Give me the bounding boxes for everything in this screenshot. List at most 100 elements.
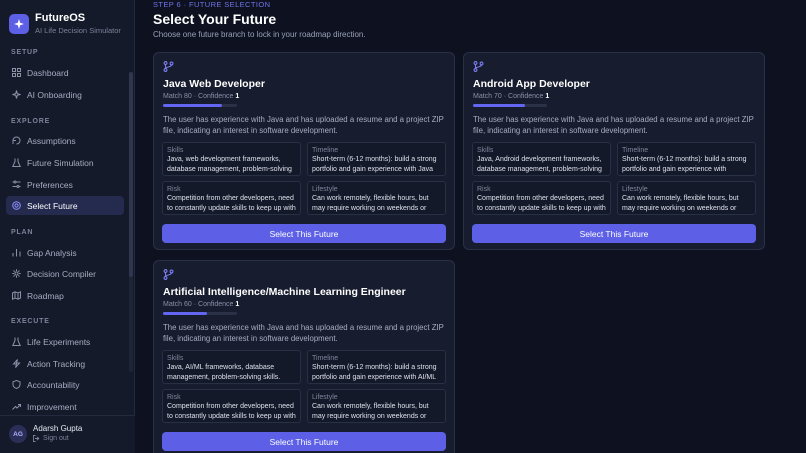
sidebar-item-assumptions[interactable]: Assumptions	[6, 131, 124, 150]
risk-cell: Risk Competition from other developers, …	[162, 181, 301, 215]
sidebar-item-gap-analysis[interactable]: Gap Analysis	[6, 243, 124, 262]
shield-icon	[12, 380, 21, 389]
sliders-icon	[12, 180, 21, 189]
timeline-label: Timeline	[622, 147, 649, 154]
sidebar-item-future-simulation[interactable]: Future Simulation	[6, 153, 124, 172]
match-bar	[163, 312, 237, 315]
section-label-execute: EXECUTE	[11, 318, 50, 325]
risk-label: Risk	[477, 186, 491, 193]
sidebar-item-improvement[interactable]: Improvement	[6, 397, 124, 416]
future-card-java-web-developer: Java Web Developer Match 80 · Confidence…	[153, 52, 455, 250]
chart-icon	[12, 248, 21, 257]
select-future-button[interactable]: Select This Future	[162, 432, 446, 451]
sidebar-item-label: Dashboard	[27, 67, 69, 78]
sidebar-item-life-experiments[interactable]: Life Experiments	[6, 332, 124, 351]
future-title: Artificial Intelligence/Machine Learning…	[163, 286, 406, 298]
lifestyle-text: Can work remotely, flexible hours, but m…	[312, 195, 429, 212]
section-label-explore: EXPLORE	[11, 118, 51, 125]
grid-icon	[12, 68, 21, 77]
skills-label: Skills	[477, 147, 494, 154]
timeline-text: Short-term (6-12 months): build a strong…	[312, 156, 437, 173]
sidebar-scrollbar[interactable]	[129, 72, 133, 372]
app-subtitle: AI Life Decision Simulator	[35, 26, 121, 35]
sidebar-item-dashboard[interactable]: Dashboard	[6, 63, 124, 82]
sidebar-item-decision-compiler[interactable]: Decision Compiler	[6, 264, 124, 283]
lifestyle-cell: Lifestyle Can work remotely, flexible ho…	[617, 181, 756, 215]
lifestyle-label: Lifestyle	[312, 186, 338, 193]
match-confidence: Match 70 · Confidence 1	[473, 93, 550, 100]
app-name: FutureOS	[35, 12, 86, 24]
skills-label: Skills	[167, 147, 184, 154]
cog-icon	[12, 269, 21, 278]
sidebar-scrollbar-thumb[interactable]	[129, 72, 133, 277]
risk-label: Risk	[167, 186, 181, 193]
risk-cell: Risk Competition from other developers, …	[162, 389, 301, 423]
sidebar: FutureOS AI Life Decision Simulator SETU…	[0, 0, 135, 453]
skills-text: Java, Android development frameworks, da…	[477, 156, 602, 173]
brand-logo-icon	[9, 14, 29, 34]
select-future-button[interactable]: Select This Future	[472, 224, 756, 243]
timeline-text: Short-term (6-12 months): build a strong…	[312, 364, 437, 381]
timeline-cell: Timeline Short-term (6-12 months): build…	[307, 142, 446, 176]
sidebar-item-ai-onboarding[interactable]: AI Onboarding	[6, 85, 124, 104]
sidebar-item-label: Future Simulation	[27, 157, 94, 168]
sidebar-item-action-tracking[interactable]: Action Tracking	[6, 354, 124, 373]
future-card-android-app-developer: Android App Developer Match 70 · Confide…	[463, 52, 765, 250]
risk-label: Risk	[167, 394, 181, 401]
sidebar-item-accountability[interactable]: Accountability	[6, 375, 124, 394]
skills-text: Java, web development frameworks, databa…	[167, 156, 292, 173]
select-future-button[interactable]: Select This Future	[162, 224, 446, 243]
match-bar-fill	[163, 312, 208, 315]
risk-cell: Risk Competition from other developers, …	[472, 181, 611, 215]
timeline-label: Timeline	[312, 147, 339, 154]
sidebar-item-label: Assumptions	[27, 135, 76, 146]
lifestyle-cell: Lifestyle Can work remotely, flexible ho…	[307, 389, 446, 423]
skills-cell: Skills Java, Android development framewo…	[472, 142, 611, 176]
lifestyle-cell: Lifestyle Can work remotely, flexible ho…	[307, 181, 446, 215]
sidebar-item-label: Decision Compiler	[27, 268, 96, 279]
target-icon	[12, 201, 21, 210]
lifestyle-text: Can work remotely, flexible hours, but m…	[622, 195, 739, 212]
sidebar-item-label: Preferences	[27, 179, 73, 190]
git-branch-icon	[163, 61, 174, 72]
skills-label: Skills	[167, 355, 184, 362]
avatar[interactable]: AG	[9, 425, 27, 443]
sidebar-item-label: Select Future	[27, 200, 78, 211]
lifestyle-label: Lifestyle	[312, 394, 338, 401]
future-title: Java Web Developer	[163, 78, 265, 90]
match-confidence: Match 60 · Confidence 1	[163, 301, 240, 308]
sidebar-item-label: Accountability	[27, 379, 80, 390]
skills-cell: Skills Java, web development frameworks,…	[162, 142, 301, 176]
brand[interactable]: FutureOS AI Life Decision Simulator	[9, 12, 121, 36]
future-title: Android App Developer	[473, 78, 590, 90]
git-branch-icon	[473, 61, 484, 72]
timeline-text: Short-term (6-12 months): build a strong…	[622, 156, 747, 173]
git-branch-icon	[163, 269, 174, 280]
future-description: The user has experience with Java and ha…	[163, 115, 444, 135]
sidebar-item-select-future[interactable]: Select Future	[6, 196, 124, 215]
sign-out-icon	[33, 435, 40, 442]
match-bar	[473, 104, 547, 107]
lifestyle-label: Lifestyle	[622, 186, 648, 193]
skills-cell: Skills Java, AI/ML frameworks, database …	[162, 350, 301, 384]
lifestyle-text: Can work remotely, flexible hours, but m…	[312, 403, 429, 420]
page-title: Select Your Future	[153, 11, 277, 27]
sign-out-link[interactable]: Sign out	[33, 435, 69, 442]
future-description: The user has experience with Java and ha…	[473, 115, 754, 135]
flask-icon	[12, 337, 21, 346]
risk-text: Competition from other developers, need …	[167, 195, 296, 212]
sidebar-item-label: Gap Analysis	[27, 247, 77, 258]
match-bar-fill	[473, 104, 525, 107]
sliders-icon	[12, 136, 21, 145]
sidebar-item-preferences[interactable]: Preferences	[6, 175, 124, 194]
match-bar	[163, 104, 237, 107]
sidebar-item-label: Improvement	[27, 401, 77, 412]
section-label-setup: SETUP	[11, 49, 39, 56]
timeline-cell: Timeline Short-term (6-12 months): build…	[617, 142, 756, 176]
sidebar-item-label: AI Onboarding	[27, 89, 82, 100]
trend-icon	[12, 402, 21, 411]
sidebar-item-roadmap[interactable]: Roadmap	[6, 286, 124, 305]
user-panel: AG Adarsh Gupta Sign out	[0, 415, 135, 453]
user-name: Adarsh Gupta	[33, 424, 83, 433]
sidebar-item-label: Roadmap	[27, 290, 64, 301]
